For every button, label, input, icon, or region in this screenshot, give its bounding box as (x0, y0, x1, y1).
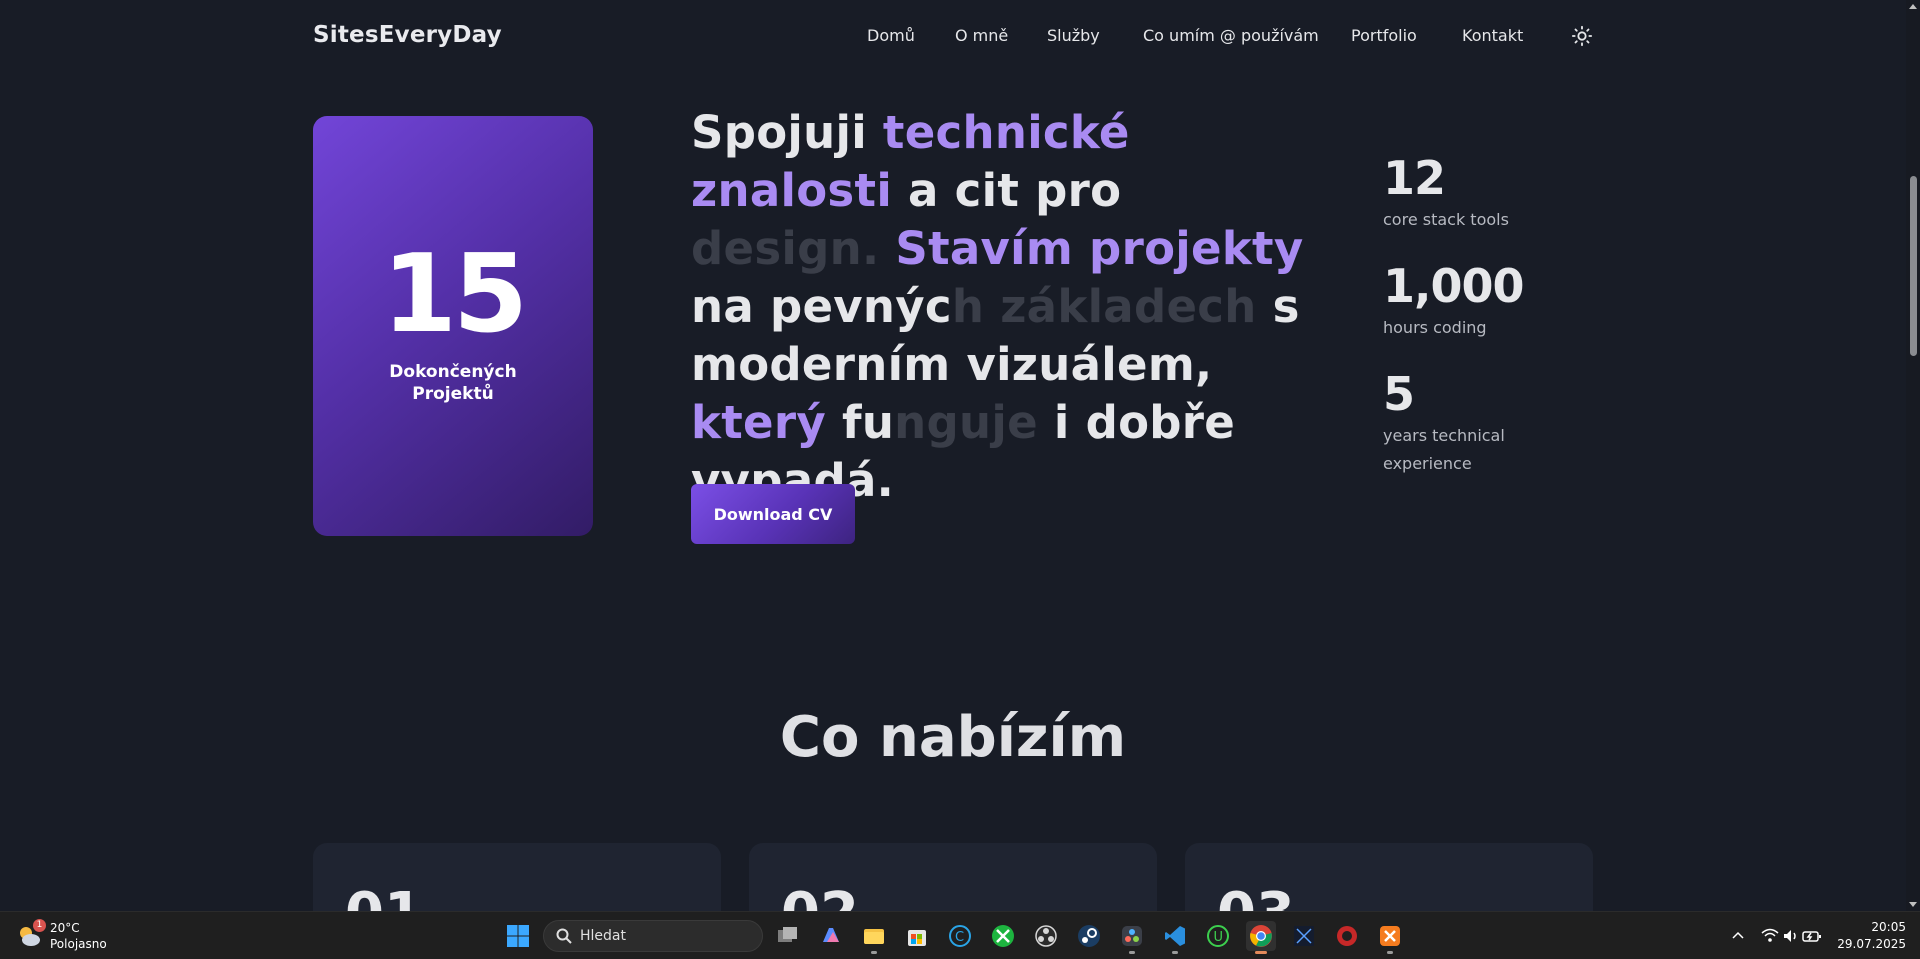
search-icon (556, 928, 572, 944)
projects-stat-card: 15 Dokončených Projektů (313, 116, 593, 536)
hero-headline: Spojuji technické znalosti a cit pro des… (691, 104, 1311, 510)
stat-label: core stack tools (1383, 210, 1509, 229)
scroll-down-arrow-icon[interactable] (1909, 902, 1917, 907)
hero-stats: 12 core stack tools 1,000 hours coding 5… (1383, 150, 1583, 502)
headline-dim: design. (691, 222, 880, 275)
projects-label: Dokončených Projektů (389, 362, 517, 404)
nav-item-sluzby[interactable]: Služby (1047, 26, 1100, 45)
svg-text:U: U (1214, 930, 1224, 945)
headline-part: a cit pro (892, 164, 1122, 217)
headline-highlight: Stavím projekty (895, 222, 1304, 275)
scrollbar-thumb[interactable] (1910, 176, 1917, 356)
partly-cloudy-icon: 1 (16, 919, 46, 949)
weather-condition: Polojasno (50, 937, 107, 951)
weather-widget[interactable]: 1 20°C Polojasno (16, 919, 107, 952)
app-icon[interactable] (1289, 921, 1319, 951)
theme-toggle-button[interactable] (1571, 25, 1593, 47)
headline-dim: h základech (951, 280, 1257, 333)
headline-part: na pevnýc (691, 280, 952, 333)
site-brand[interactable]: SitesEveryDay (313, 22, 502, 48)
service-number: 01 (345, 881, 423, 911)
weather-temp: 20°C (50, 921, 80, 935)
windows-taskbar: 1 20°C Polojasno Hledat C U 20:05 29.07.… (0, 911, 1920, 959)
page: SitesEveryDay Domů O mně Služby Co umím … (0, 0, 1906, 911)
chevron-up-icon[interactable] (1723, 921, 1753, 951)
microsoft-store-icon[interactable] (902, 921, 932, 951)
headline-highlight: který (691, 396, 826, 449)
services-section-title: Co nabízím (779, 705, 1127, 770)
projects-count: 15 (381, 232, 528, 357)
search-placeholder: Hledat (580, 928, 626, 944)
xampp-icon[interactable] (1375, 921, 1405, 954)
service-card[interactable]: 02 (749, 843, 1157, 911)
davinci-resolve-icon[interactable] (1117, 921, 1147, 954)
stat-years-experience: 5 years technical experience (1383, 366, 1583, 478)
clock-time: 20:05 (1871, 920, 1906, 934)
nav-item-portfolio[interactable]: Portfolio (1351, 26, 1417, 45)
steam-icon[interactable] (1074, 921, 1104, 951)
sun-icon (1571, 25, 1593, 47)
service-card[interactable]: 03 (1185, 843, 1593, 911)
headline-dim: nguje (894, 396, 1038, 449)
taskbar-search-input[interactable]: Hledat (543, 920, 763, 952)
stat-number: 5 (1383, 367, 1415, 421)
clock-date: 29.07.2025 (1837, 937, 1906, 951)
stat-label: hours coding (1383, 318, 1487, 337)
battery-icon[interactable] (1797, 921, 1827, 951)
service-card[interactable]: 01 (313, 843, 721, 911)
svg-text:C: C (955, 930, 964, 945)
headline-part: fu (825, 396, 895, 449)
stat-number: 12 (1383, 151, 1446, 205)
service-number: 03 (1217, 881, 1295, 911)
page-scrollbar[interactable] (1906, 0, 1920, 911)
upwork-icon[interactable]: U (1203, 921, 1233, 951)
stat-number: 1,000 (1383, 259, 1525, 313)
download-cv-button[interactable]: Download CV (691, 484, 855, 544)
stat-hours-coding: 1,000 hours coding (1383, 258, 1583, 342)
stat-label: years technical experience (1383, 426, 1505, 473)
nav-item-kontakt[interactable]: Kontakt (1462, 26, 1523, 45)
vscode-icon[interactable] (1160, 921, 1190, 954)
file-explorer-icon[interactable] (859, 921, 889, 954)
antivirus-icon[interactable] (1332, 921, 1362, 951)
xbox-icon[interactable] (988, 921, 1018, 951)
service-number: 02 (781, 881, 859, 911)
headline-part (879, 222, 895, 275)
taskbar-clock[interactable]: 20:05 29.07.2025 (1830, 919, 1906, 953)
copilot-icon[interactable] (816, 921, 846, 951)
obs-icon[interactable] (1031, 921, 1061, 951)
windows-start-icon[interactable] (503, 921, 533, 951)
ccleaner-icon[interactable]: C (945, 921, 975, 951)
nav-item-domu[interactable]: Domů (867, 26, 915, 45)
stat-core-tools: 12 core stack tools (1383, 150, 1583, 234)
notification-badge: 1 (33, 919, 46, 932)
scroll-up-arrow-icon[interactable] (1909, 4, 1917, 9)
task-view-icon[interactable] (773, 921, 803, 951)
nav-item-o-mne[interactable]: O mně (955, 26, 1008, 45)
chrome-icon[interactable] (1246, 921, 1276, 954)
nav-item-co-umim[interactable]: Co umím @ používám (1143, 26, 1319, 45)
headline-part: Spojuji (691, 106, 883, 159)
